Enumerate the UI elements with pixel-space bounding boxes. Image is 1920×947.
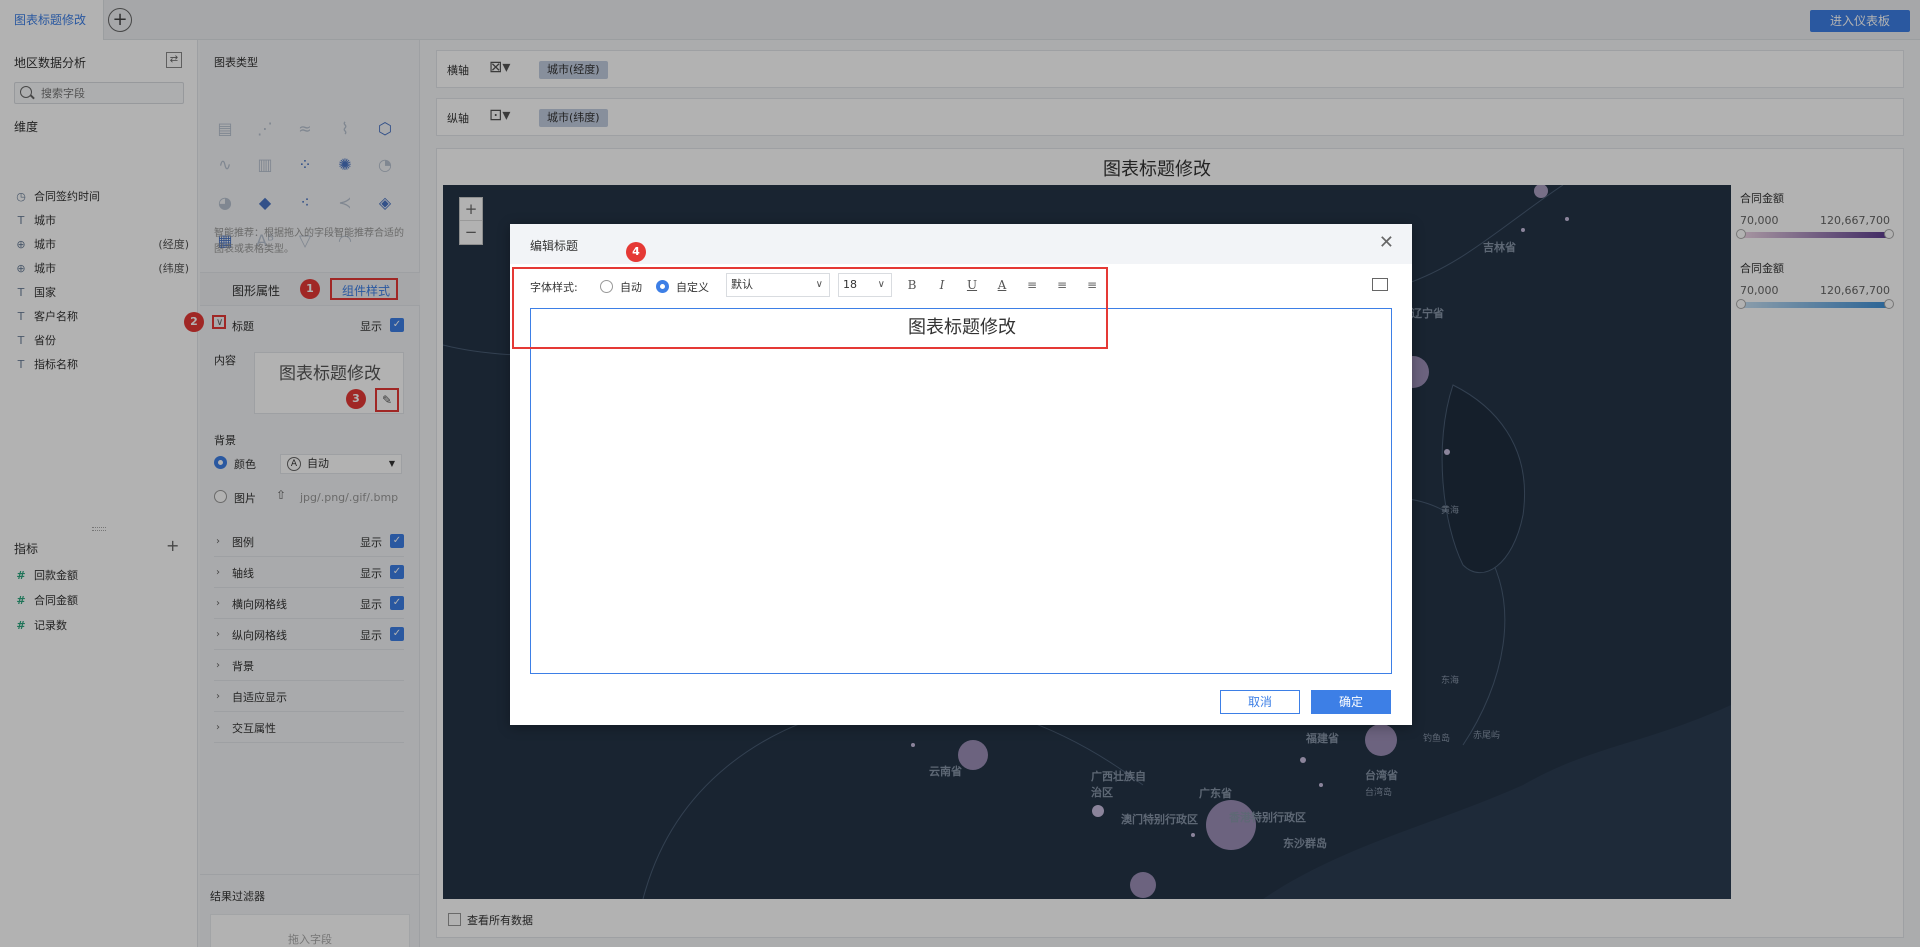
confirm-button[interactable]: 确定: [1311, 690, 1391, 714]
insert-field-icon[interactable]: [1372, 278, 1388, 291]
annotation-box-4: [512, 267, 1108, 349]
cancel-button[interactable]: 取消: [1220, 690, 1300, 714]
dialog-title: 编辑标题: [530, 239, 579, 253]
dialog-header: 编辑标题 ✕: [510, 224, 1412, 264]
title-editor[interactable]: 图表标题修改: [530, 308, 1392, 674]
edit-title-dialog: 编辑标题 ✕ 4 字体样式: 自动 自定义 默认 ∨ 18 ∨ B I U A …: [510, 224, 1412, 725]
annotation-badge-4: 4: [626, 242, 646, 262]
close-icon[interactable]: ✕: [1379, 232, 1394, 253]
